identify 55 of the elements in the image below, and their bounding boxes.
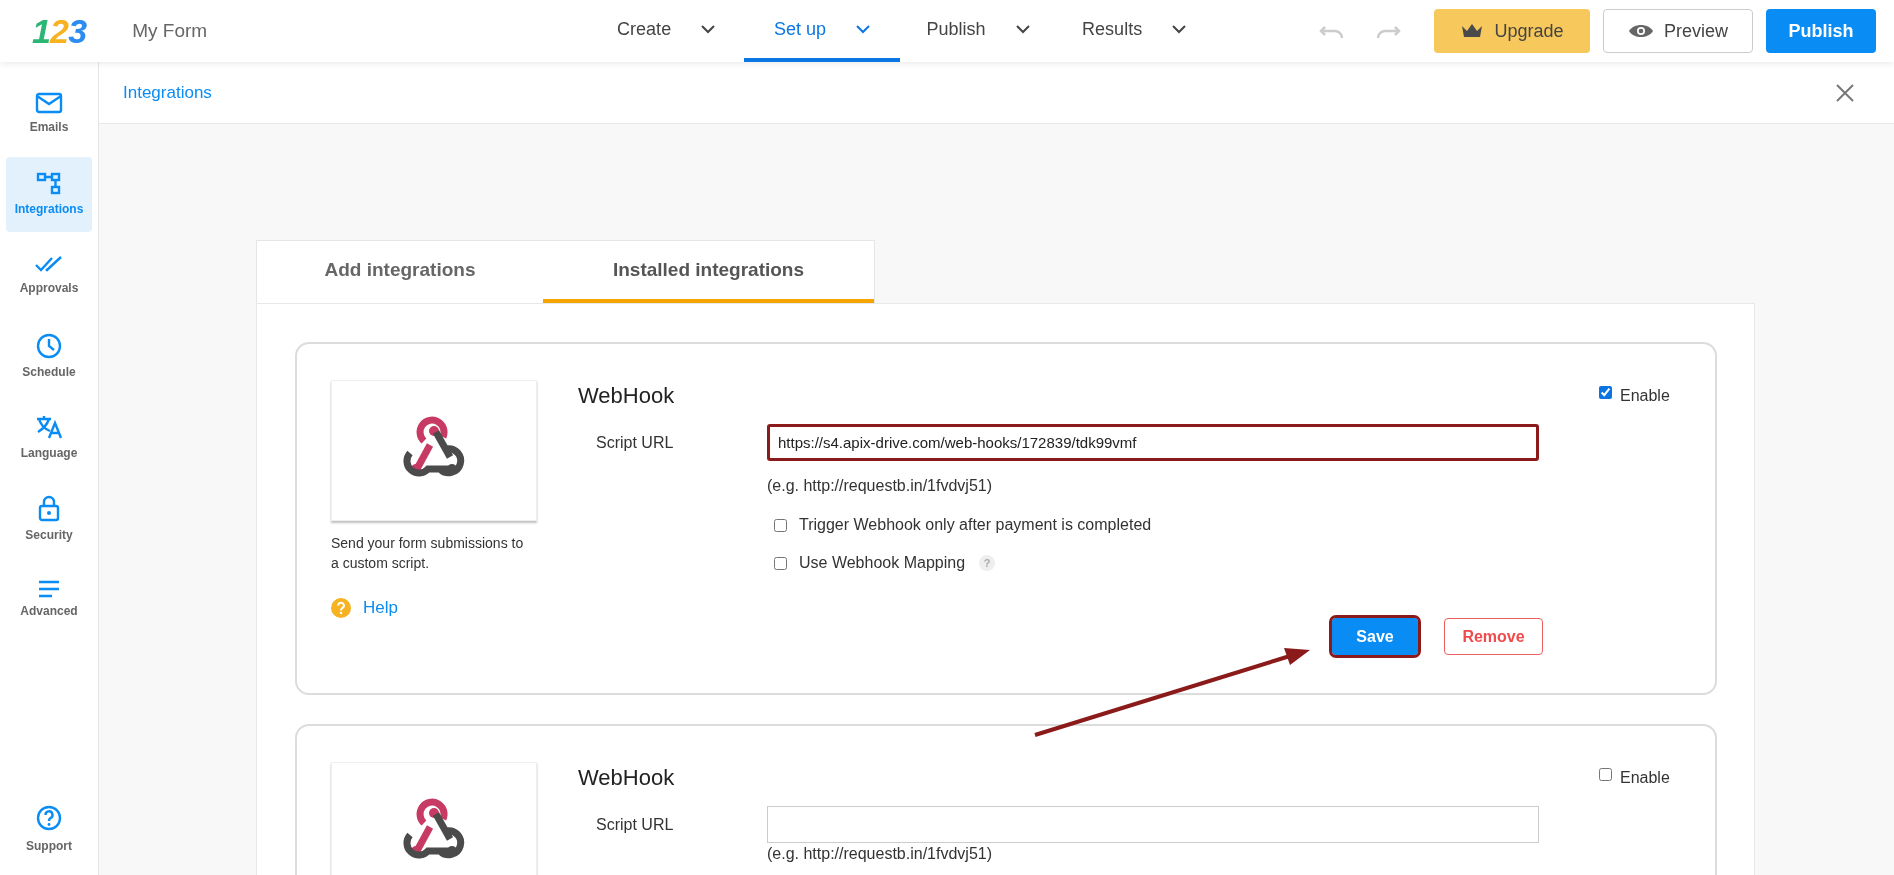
lock-icon [38,493,60,522]
upgrade-button[interactable]: Upgrade [1434,9,1590,53]
nav-tab[interactable]: Publish [900,0,1057,62]
checkbox[interactable] [774,518,787,532]
help-icon [36,805,62,831]
integration-title: WebHook [578,764,676,792]
remove-button[interactable]: Remove [1444,618,1543,655]
checkbox[interactable] [774,556,787,570]
enable-label: Enable [1620,768,1670,788]
nav-tab[interactable]: Results [1056,0,1213,62]
sidebar-item[interactable]: Emails [6,76,92,151]
enable-checkbox[interactable] [1599,768,1612,781]
field-label: Script URL [595,814,675,835]
eye-icon [1628,23,1654,39]
chevron-icon [701,24,716,34]
integration-description: Send your form submissions to a custom script. [331,534,525,573]
chevron-icon [1172,24,1187,34]
field-label: Script URL [595,432,675,453]
sidebar-item[interactable]: Approvals [6,238,92,313]
form-name: My Form [132,18,208,43]
envelope-icon [35,91,63,114]
undo-icon [1319,23,1345,39]
help-link[interactable]: Help [363,595,398,621]
sidebar-item[interactable]: Schedule [6,319,92,394]
close-icon[interactable] [1836,83,1854,102]
sidebar-item[interactable]: Language [6,400,92,475]
preview-button[interactable]: Preview [1603,9,1753,53]
tab[interactable]: Add integrations [257,241,543,303]
app-logo: 123 [32,14,87,48]
option-label: Use Webhook Mapping [799,553,966,573]
example-hint: (e.g. http://requestb.in/1fvdvj51) [767,477,993,495]
script-url-field[interactable]: https://s4.apix-drive.com/web-hooks/172839/tdk99vmf [767,424,1539,461]
nav-tab[interactable]: Create [588,0,745,62]
help-icon [331,597,351,618]
page-title: Integrations [123,81,212,104]
integrations-icon [36,171,62,196]
lines-icon [37,579,61,598]
support-link[interactable]: Support [6,805,92,855]
sidebar-item[interactable]: Integrations [6,157,92,232]
enable-checkbox[interactable] [1599,386,1612,399]
redo-icon [1375,23,1401,39]
clock-icon [36,332,62,359]
chevron-icon [856,24,871,34]
chevron-icon [1015,24,1030,34]
save-button[interactable]: Save [1332,618,1418,655]
sidebar-item[interactable]: Security [6,481,92,556]
translate-icon [35,413,63,440]
crown-icon [1460,22,1485,40]
publish-button[interactable]: Publish [1766,9,1876,53]
enable-label: Enable [1620,386,1670,406]
example-hint: (e.g. http://requestb.in/1fvdvj51) [767,845,993,863]
script-url-field[interactable] [767,806,1539,843]
integration-title: WebHook [578,382,676,410]
sidebar-item[interactable]: Advanced [6,562,92,637]
option-label: Trigger Webhook only after payment is completed [799,515,1152,535]
